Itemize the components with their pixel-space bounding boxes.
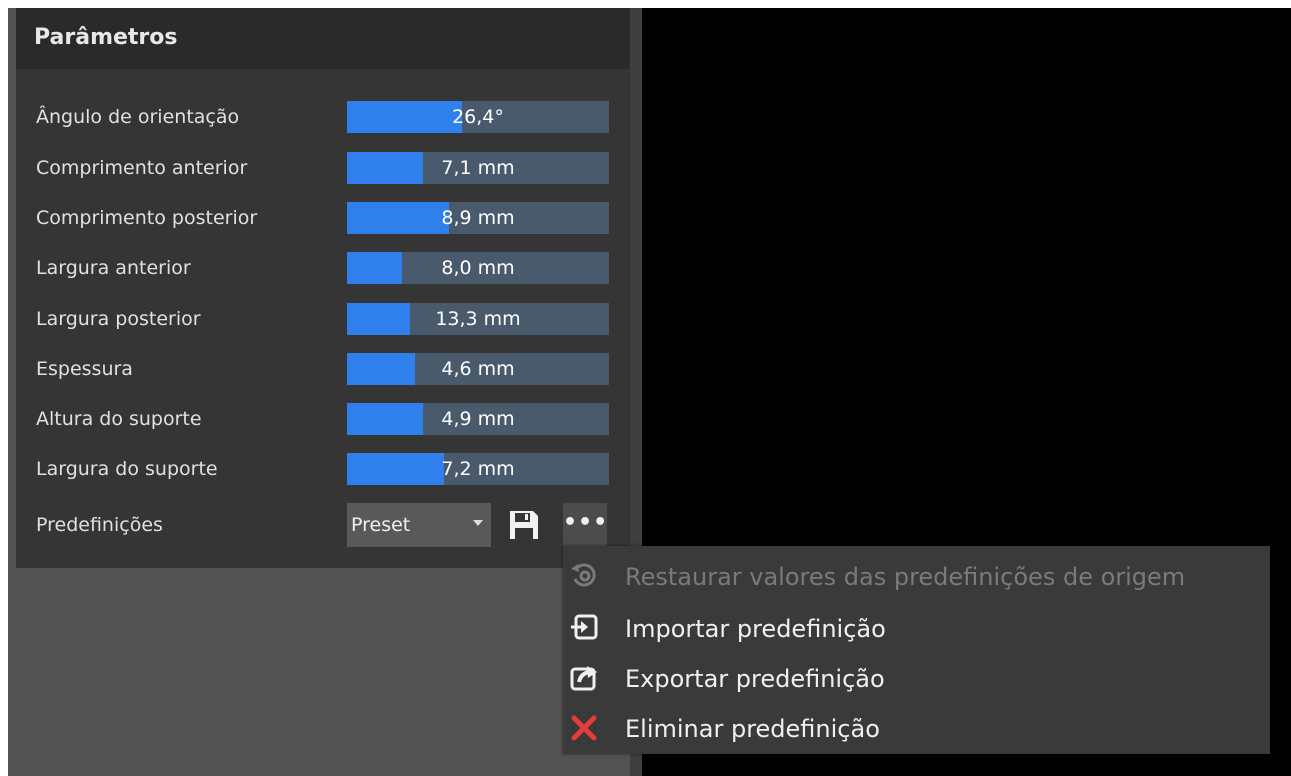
param-label: Largura anterior (36, 257, 191, 279)
anterior-length-slider[interactable]: 7,1 mm (347, 152, 609, 184)
param-label: Largura do suporte (36, 458, 218, 480)
param-row-anterior-length: Comprimento anterior 7,1 mm (16, 152, 630, 184)
more-dots-icon: ••• (563, 510, 609, 535)
param-label: Altura do suporte (36, 408, 202, 430)
param-row-thickness: Espessura 4,6 mm (16, 353, 630, 385)
param-label: Espessura (36, 358, 133, 380)
menu-item-delete-preset[interactable]: Eliminar predefinição (563, 701, 1270, 753)
param-row-posterior-width: Largura posterior 13,3 mm (16, 303, 630, 335)
orientation-angle-slider[interactable]: 26,4° (347, 101, 609, 133)
menu-item-label: Exportar predefinição (625, 665, 885, 693)
param-row-posterior-length: Comprimento posterior 8,9 mm (16, 202, 630, 234)
param-label: Comprimento posterior (36, 207, 258, 229)
slider-value: 7,1 mm (441, 157, 515, 179)
restore-icon (571, 563, 596, 587)
slider-value: 26,4° (452, 106, 504, 128)
slider-value: 4,9 mm (441, 408, 515, 430)
support-height-slider[interactable]: 4,9 mm (347, 403, 609, 435)
menu-item-export-preset[interactable]: Exportar predefinição (563, 651, 1270, 703)
save-preset-button[interactable] (502, 503, 546, 547)
chevron-down-icon (473, 520, 483, 526)
param-label: Largura posterior (36, 308, 201, 330)
slider-value: 8,0 mm (441, 257, 515, 279)
param-label: Ângulo de orientação (36, 106, 240, 128)
posterior-length-slider[interactable]: 8,9 mm (347, 202, 609, 234)
parameters-panel: Parâmetros Ângulo de orientação 26,4° Co… (16, 8, 630, 568)
preset-context-menu: Restaurar valores das predefinições de o… (563, 546, 1270, 754)
param-row-orientation-angle: Ângulo de orientação 26,4° (16, 101, 630, 133)
thickness-slider[interactable]: 4,6 mm (347, 353, 609, 385)
preset-selected-value: Preset (351, 514, 411, 536)
posterior-width-slider[interactable]: 13,3 mm (347, 303, 609, 335)
panel-header: Parâmetros (16, 8, 630, 69)
param-row-support-width: Largura do suporte 7,2 mm (16, 453, 630, 485)
delete-x-icon (571, 715, 597, 741)
slider-value: 13,3 mm (435, 308, 521, 330)
menu-item-label: Restaurar valores das predefinições de o… (625, 563, 1186, 591)
more-options-button[interactable]: ••• (563, 503, 607, 547)
param-row-anterior-width: Largura anterior 8,0 mm (16, 252, 630, 284)
param-row-support-height: Altura do suporte 4,9 mm (16, 403, 630, 435)
menu-item-import-preset[interactable]: Importar predefinição (563, 601, 1270, 653)
slider-value: 8,9 mm (441, 207, 515, 229)
param-label: Comprimento anterior (36, 157, 248, 179)
menu-item-label: Eliminar predefinição (625, 715, 880, 743)
anterior-width-slider[interactable]: 8,0 mm (347, 252, 609, 284)
slider-value: 7,2 mm (441, 458, 515, 480)
menu-item-label: Importar predefinição (625, 615, 886, 643)
presets-row: Predefinições Preset ••• (16, 503, 630, 547)
import-icon (571, 614, 598, 640)
support-width-slider[interactable]: 7,2 mm (347, 453, 609, 485)
slider-value: 4,6 mm (441, 358, 515, 380)
panel-title: Parâmetros (34, 25, 178, 50)
export-icon (570, 666, 597, 691)
preset-dropdown[interactable]: Preset (347, 503, 491, 547)
menu-item-restore-defaults[interactable]: Restaurar valores das predefinições de o… (563, 549, 1270, 601)
presets-label: Predefinições (36, 514, 163, 536)
floppy-disk-icon (510, 511, 538, 539)
